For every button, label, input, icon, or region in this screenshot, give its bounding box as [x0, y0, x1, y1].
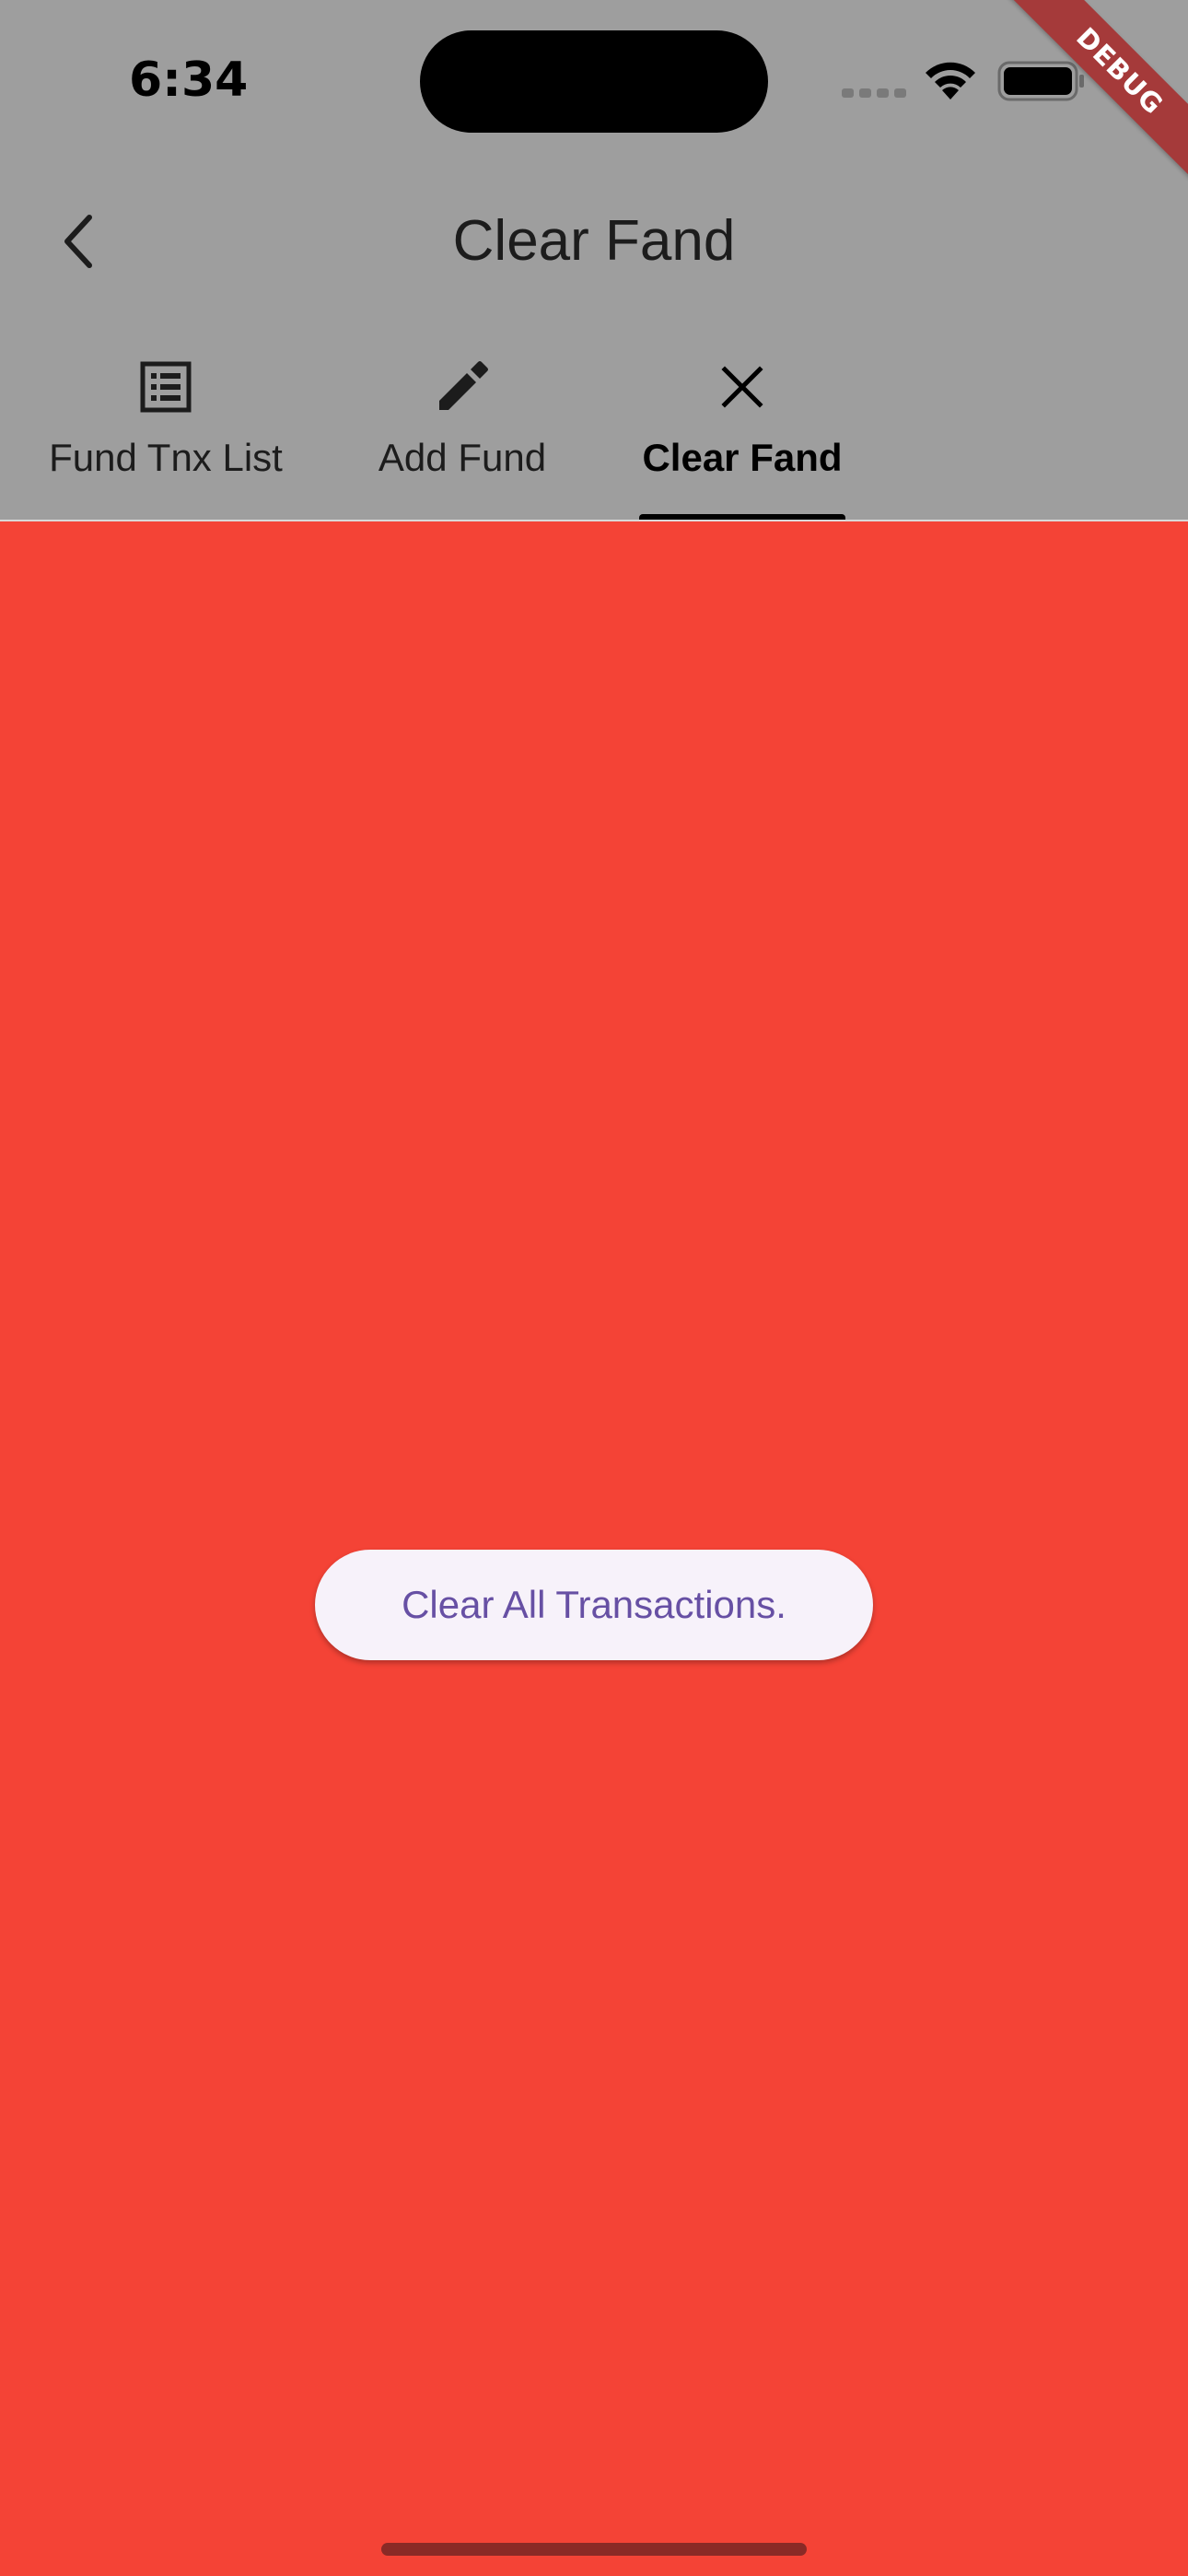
app-header: 6:34 DEBUG Clear Fand Fund Tnx List Add … [0, 0, 1188, 521]
back-button[interactable] [46, 205, 111, 278]
cellular-signal-icon [842, 88, 906, 98]
clear-all-transactions-button[interactable]: Clear All Transactions. [315, 1550, 873, 1660]
tab-add-fund[interactable]: Add Fund [361, 357, 564, 520]
pencil-icon [435, 357, 490, 416]
header-divider [0, 520, 1188, 521]
status-time: 6:34 [129, 53, 249, 108]
tab-label: Clear Fand [642, 436, 843, 479]
tab-fund-tnx-list[interactable]: Fund Tnx List [28, 357, 304, 520]
page-title: Clear Fand [452, 209, 736, 273]
chevron-left-icon [64, 215, 92, 268]
tab-label: Fund Tnx List [49, 436, 283, 479]
list-icon [138, 357, 193, 416]
tab-label: Add Fund [378, 436, 547, 479]
battery-icon [997, 61, 1084, 101]
home-indicator [381, 2543, 807, 2556]
close-icon [715, 357, 770, 416]
wifi-icon [926, 62, 975, 100]
dynamic-island [420, 30, 768, 133]
tab-clear-fand[interactable]: Clear Fand [632, 357, 853, 520]
